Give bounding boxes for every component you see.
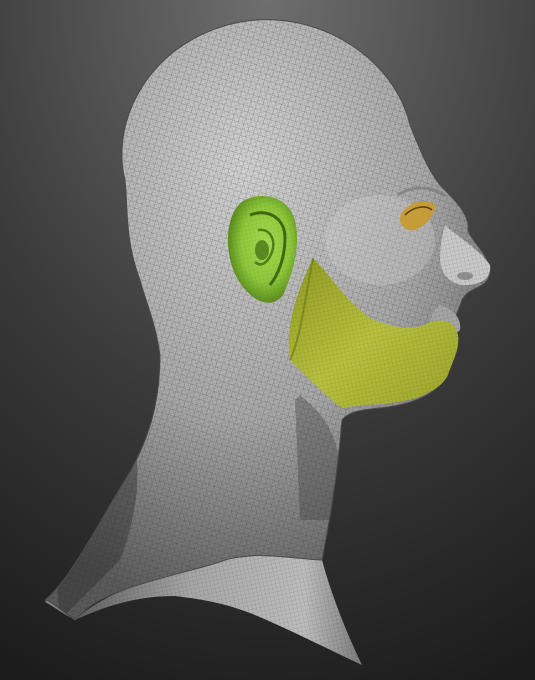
head-render (0, 0, 535, 680)
3d-viewport[interactable] (0, 0, 535, 680)
